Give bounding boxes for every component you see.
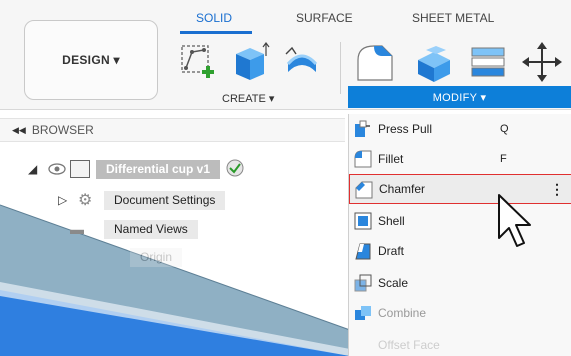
browser-title: BROWSER [31,123,94,137]
menu-item-label: Scale [378,276,409,290]
create-menu-label[interactable]: CREATE ▾ [222,92,274,105]
menu-item-label: Draft [378,244,405,258]
browser-item-label: Named Views [104,219,198,239]
menu-item-label: Chamfer [379,182,426,196]
menu-item-shortcut: Q [500,123,509,135]
draft-icon [355,243,371,260]
visibility-eye-icon[interactable] [48,163,70,175]
menu-item-label: Combine [378,306,427,320]
chamfer-icon [355,181,373,199]
tab-solid[interactable]: SOLID [196,11,232,25]
menu-item-combine[interactable]: Combine [349,298,571,328]
menu-item-label: Offset Face [378,338,440,352]
browser-item-origin[interactable]: Origin [130,246,183,268]
combine-icon [355,306,371,320]
collapsed-triangle-icon[interactable]: ▷ [58,193,78,207]
design-workspace-button[interactable]: DESIGN ▾ [24,20,158,100]
menu-item-shortcut: F [500,153,507,165]
toolbar-divider [340,42,341,94]
menu-item-press-pull[interactable]: Press Pull Q [349,114,571,144]
browser-root-row[interactable]: ◢ Differential cup v1 [28,158,244,180]
press-pull-icon [355,120,370,137]
menu-item-offset-face[interactable]: Offset Face [349,330,571,356]
model-edge-highlight [0,282,350,356]
component-icon [70,160,90,178]
revolve-icon[interactable] [282,40,322,84]
menu-item-label: Press Pull [378,122,433,136]
menu-item-label: Shell [378,214,405,228]
browser-item-document-settings[interactable]: ▷ ⚙ Document Settings [58,189,226,211]
browser-item-named-views[interactable]: ▬ Named Views [70,218,198,240]
menu-item-scale[interactable]: Scale [349,268,571,298]
browser-item-label: Origin [130,247,183,267]
tab-surface[interactable]: SURFACE [296,11,353,25]
scale-icon [354,274,372,292]
menu-item-label: Fillet [378,152,404,166]
toolbar: DESIGN ▾ SOLID SURFACE SHEET METAL CREAT… [0,0,571,110]
fillet-icon [354,150,372,168]
browser-panel-header[interactable]: ◀◀ BROWSER [0,118,345,142]
activate-check-icon[interactable] [226,159,244,180]
browser-item-label: Document Settings [104,190,226,210]
folder-icon: ▬ [70,221,84,237]
create-sketch-icon[interactable] [178,40,218,84]
more-options-icon[interactable]: ⋮ [550,181,564,198]
collapse-left-icon[interactable]: ◀◀ [12,125,26,136]
expand-triangle-icon[interactable]: ◢ [28,162,48,176]
modify-menu-label: MODIFY ▾ [432,91,487,104]
active-tab-indicator [180,31,252,34]
gear-icon: ⚙ [78,192,93,209]
fillet-tool-icon[interactable] [410,40,454,84]
modify-menu-button[interactable]: MODIFY ▾ [348,86,571,108]
model-body-blue [0,290,350,356]
move-tool-icon[interactable] [520,40,564,84]
tab-sheet-metal[interactable]: SHEET METAL [412,11,494,25]
root-component-label[interactable]: Differential cup v1 [96,159,221,179]
press-pull-tool-icon[interactable] [352,40,396,84]
shell-icon [354,212,372,230]
menu-item-fillet[interactable]: Fillet F [349,144,571,174]
shell-tool-icon[interactable] [466,40,510,84]
extrude-icon[interactable] [230,40,270,84]
mouse-cursor-icon [498,194,531,247]
design-button-label: DESIGN ▾ [62,53,120,67]
